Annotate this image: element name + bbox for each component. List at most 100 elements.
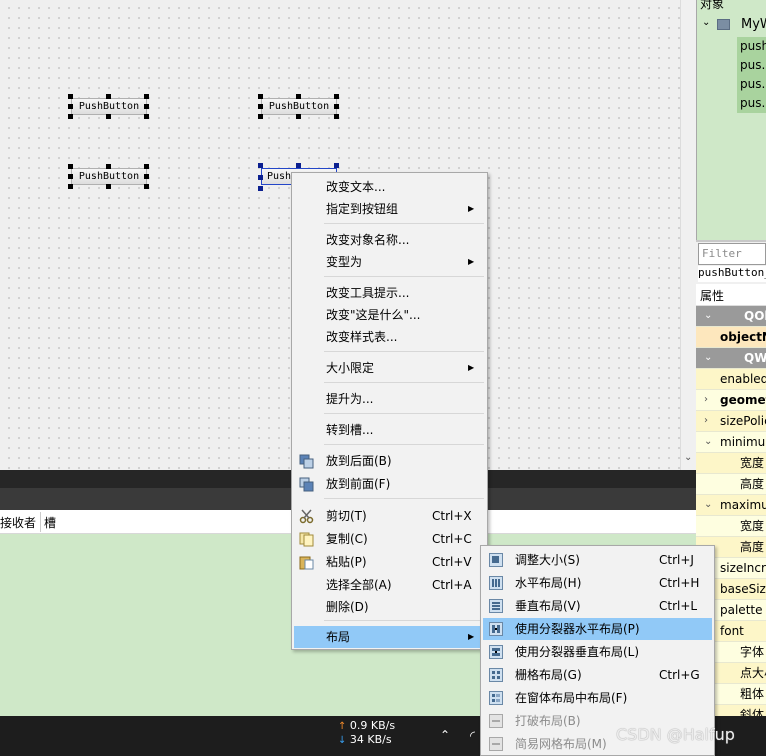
resize-handle[interactable] [334, 163, 339, 168]
push-button[interactable]: PushButton [71, 168, 147, 185]
resize-handle[interactable] [258, 186, 263, 191]
submenu-shortcut: Ctrl+H [659, 576, 700, 590]
object-tree-item[interactable]: push [737, 37, 766, 56]
menu-item-layout[interactable]: 布局 ▶ [294, 626, 485, 648]
resize-handle[interactable] [106, 184, 111, 189]
resize-handle[interactable] [296, 163, 301, 168]
chevron-down-icon[interactable]: ⌄ [704, 306, 712, 326]
resize-handle[interactable] [334, 114, 339, 119]
resize-handle[interactable] [258, 114, 263, 119]
upload-speed: ↑ 0.9 KB/s [338, 719, 396, 732]
chevron-up-icon[interactable]: ⌃ [440, 728, 450, 742]
divider [696, 240, 766, 242]
menu-item-promote-to[interactable]: 提升为... [294, 388, 485, 410]
menu-item-bring-to-front[interactable]: 放到前面(F) [294, 473, 485, 495]
resize-handle[interactable] [296, 114, 301, 119]
resize-handle[interactable] [106, 94, 111, 99]
resize-handle[interactable] [106, 114, 111, 119]
resize-handle[interactable] [144, 94, 149, 99]
resize-handle[interactable] [334, 94, 339, 99]
menu-item-label: 改变"这是什么"... [326, 308, 421, 322]
submenu-item-layout-grid[interactable]: 栅格布局(G) Ctrl+G [483, 664, 712, 686]
resize-handle[interactable] [258, 163, 263, 168]
property-group[interactable]: ⌄ QObjec [696, 306, 766, 327]
property-filter-input[interactable]: Filter [698, 243, 766, 265]
object-tree-root[interactable]: ⌄ MyW [700, 16, 766, 36]
submenu-item-layout-vertical[interactable]: 垂直布局(V) Ctrl+L [483, 595, 712, 617]
resize-handle[interactable] [106, 164, 111, 169]
property-row[interactable]: 宽度 [696, 453, 766, 474]
resize-handle[interactable] [258, 104, 263, 109]
menu-item-label: 删除(D) [326, 600, 369, 614]
resize-handle[interactable] [68, 94, 73, 99]
object-tree-item[interactable]: pus.. [737, 94, 766, 113]
property-row[interactable]: objectN [696, 327, 766, 348]
property-row[interactable]: › geomet [696, 390, 766, 411]
menu-item-go-to-slot[interactable]: 转到槽... [294, 419, 485, 441]
menu-item-send-to-back[interactable]: 放到后面(B) [294, 450, 485, 472]
submenu-item-layout-form[interactable]: 在窗体布局中布局(F) [483, 687, 712, 709]
menu-item-select-all[interactable]: 选择全部(A) Ctrl+A [294, 574, 485, 596]
resize-handle[interactable] [68, 184, 73, 189]
submenu-item-layout-horizontal[interactable]: 水平布局(H) Ctrl+H [483, 572, 712, 594]
resize-handle[interactable] [296, 94, 301, 99]
wifi-icon[interactable]: ◜ [470, 729, 475, 744]
context-menu[interactable]: 改变文本... 指定到按钮组 ▶ 改变对象名称... 变型为 ▶ 改变工具提示... 改变"这… [291, 172, 488, 650]
menu-item-label: 改变工具提示... [326, 286, 410, 300]
resize-handle[interactable] [68, 104, 73, 109]
chevron-down-icon[interactable]: ⌄ [704, 348, 712, 368]
property-label: 斜体 [740, 708, 765, 716]
submenu-item-layout-horizontal-splitter[interactable]: 使用分裂器水平布局(P) [483, 618, 712, 640]
resize-handle[interactable] [258, 175, 263, 180]
chevron-down-icon[interactable]: ⌄ [704, 432, 712, 452]
object-tree-item[interactable]: pus.. [737, 75, 766, 94]
property-label: objectN [720, 330, 766, 344]
menu-item-assign-button-group[interactable]: 指定到按钮组 ▶ [294, 198, 485, 220]
resize-handle[interactable] [258, 94, 263, 99]
push-button[interactable]: PushButton [71, 98, 147, 115]
menu-item-change-stylesheet[interactable]: 改变样式表... [294, 326, 485, 348]
submenu-arrow-icon: ▶ [468, 204, 475, 213]
push-button[interactable]: PushButton [261, 98, 337, 115]
menu-item-change-object-name[interactable]: 改变对象名称... [294, 229, 485, 251]
menu-item-change-tooltip[interactable]: 改变工具提示... [294, 282, 485, 304]
property-row[interactable]: 宽度 [696, 516, 766, 537]
object-tree-item[interactable]: pus.. [737, 56, 766, 75]
menu-item-change-whats-this[interactable]: 改变"这是什么"... [294, 304, 485, 326]
chevron-right-icon[interactable]: › [704, 411, 708, 431]
resize-handle[interactable] [334, 104, 339, 109]
resize-handle[interactable] [144, 104, 149, 109]
resize-handle[interactable] [144, 114, 149, 119]
resize-handle[interactable] [144, 174, 149, 179]
property-label: 高度 [740, 540, 765, 554]
menu-item-copy[interactable]: 复制(C) Ctrl+C [294, 528, 485, 550]
chevron-down-icon[interactable]: ⌄ [702, 17, 710, 28]
object-inspector[interactable] [696, 0, 766, 240]
resize-handle[interactable] [68, 164, 73, 169]
property-row[interactable]: enabled [696, 369, 766, 390]
menu-item-morph-into[interactable]: 变型为 ▶ [294, 251, 485, 273]
property-row[interactable]: › sizePolic [696, 411, 766, 432]
receiver-column-header[interactable]: 接收者 [0, 514, 36, 531]
chevron-right-icon[interactable]: › [704, 390, 708, 410]
resize-handle[interactable] [68, 174, 73, 179]
slot-column-header[interactable]: 槽 [44, 514, 56, 531]
chevron-down-icon[interactable]: ⌄ [704, 495, 712, 515]
scroll-down-icon[interactable]: ⌄ [684, 452, 692, 463]
resize-handle[interactable] [144, 164, 149, 169]
resize-handle[interactable] [68, 114, 73, 119]
property-row[interactable]: 高度 [696, 474, 766, 495]
property-row[interactable]: ⌄ maximu [696, 495, 766, 516]
menu-item-change-text[interactable]: 改变文本... [294, 176, 485, 198]
menu-item-cut[interactable]: 剪切(T) Ctrl+X [294, 505, 485, 527]
menu-item-delete[interactable]: 删除(D) [294, 596, 485, 618]
menu-item-label: 指定到按钮组 [326, 202, 399, 216]
submenu-item-layout-vertical-splitter[interactable]: 使用分裂器垂直布局(L) [483, 641, 712, 663]
resize-handle[interactable] [144, 184, 149, 189]
property-group[interactable]: ⌄ QWidge [696, 348, 766, 369]
canvas-scrollbar[interactable]: ⌄ [680, 0, 696, 470]
property-row[interactable]: ⌄ minimum [696, 432, 766, 453]
menu-item-paste[interactable]: 粘贴(P) Ctrl+V [294, 551, 485, 573]
submenu-item-adjust-size[interactable]: 调整大小(S) Ctrl+J [483, 549, 712, 571]
menu-item-size-constraints[interactable]: 大小限定 ▶ [294, 357, 485, 379]
